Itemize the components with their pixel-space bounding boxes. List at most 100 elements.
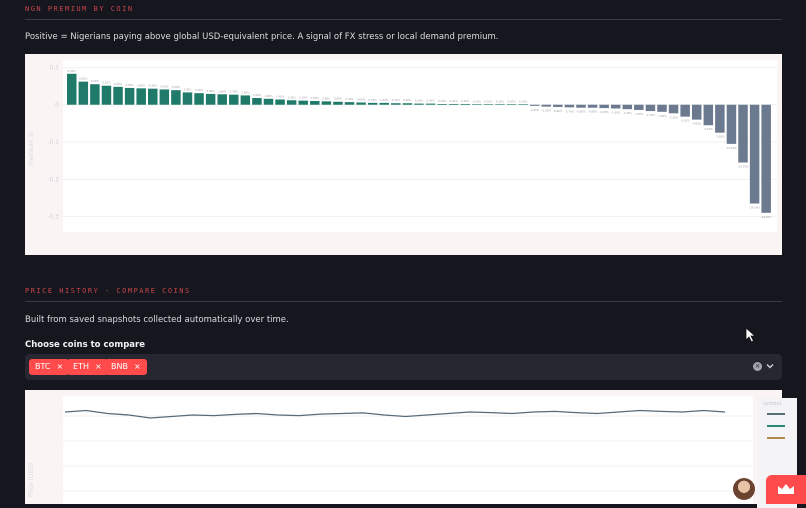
premium-bar-value-label: 3.10%	[195, 88, 204, 92]
premium-bar-value-label: -1.40%	[634, 112, 644, 116]
premium-bar	[553, 104, 563, 107]
y-tick-label: 0	[55, 102, 59, 109]
premium-bar-value-label: -26.50%	[749, 206, 760, 210]
premium-bar-value-label: 6.20%	[79, 77, 88, 81]
premium-bar	[159, 89, 170, 105]
premium-bar-value-label: 2.80%	[218, 89, 227, 93]
premium-chart-panel: 0.1 0 -0.1 -0.2 -0.3 8.30% 6.20% 5.50% 5.10% 4.8…	[25, 54, 782, 255]
premium-bar	[645, 104, 656, 112]
price-history-chart-panel: Price (USD) symbol	[25, 390, 797, 508]
premium-bar	[414, 103, 424, 105]
premium-bar	[437, 103, 447, 105]
premium-bar-value-label: 0.50%	[369, 98, 378, 102]
premium-bar	[599, 104, 609, 109]
premium-bar-value-label: 0.30%	[426, 99, 435, 103]
remove-btc-icon[interactable]: ×	[57, 362, 64, 371]
premium-bar	[657, 104, 667, 112]
premium-bar-value-label: -15.50%	[738, 165, 749, 169]
premium-bar-value-label: -1.70%	[646, 113, 656, 117]
y-tick-label: 0.1	[49, 64, 59, 71]
premium-bar	[171, 90, 181, 105]
premium-bar	[448, 103, 459, 105]
crown-button[interactable]	[766, 475, 806, 504]
premium-bar-value-label: 4.10%	[160, 84, 169, 88]
premium-bar-value-label: -7.50%	[715, 135, 725, 139]
premium-bar-value-label: -0.80%	[588, 110, 598, 114]
premium-bar-value-label: 1.00%	[311, 96, 320, 100]
premium-bar-value-label: 0.20%	[461, 99, 470, 103]
premium-bar-value-label: -0.50%	[542, 109, 552, 113]
premium-bar-value-label: 0.50%	[380, 98, 389, 102]
premium-bar	[518, 104, 528, 105]
y-tick-label: -0.1	[47, 139, 59, 146]
mouse-cursor-icon	[745, 327, 757, 343]
premium-bar	[738, 104, 748, 163]
premium-bar-chart: 0.1 0 -0.1 -0.2 -0.3 8.30%6.20%5.50% 5.10% 4.8…	[25, 54, 782, 255]
premium-bar-value-label: 0.10%	[519, 99, 528, 103]
clear-icon[interactable]: ×	[753, 362, 762, 371]
legend-title: symbol	[763, 401, 782, 407]
premium-bar	[668, 104, 679, 114]
premium-bar-value-label: 2.90%	[207, 89, 216, 93]
premium-bar	[275, 99, 285, 105]
premium-bar	[541, 104, 552, 107]
premium-bar	[564, 104, 575, 108]
premium-bar-value-label: -1.90%	[657, 114, 667, 118]
premium-bar	[310, 101, 320, 105]
premium-bar-value-label: -1.00%	[611, 110, 621, 114]
premium-bar	[680, 104, 690, 117]
premium-bar-value-label: 0.10%	[496, 99, 505, 103]
premium-bar-value-label: 0.60%	[357, 97, 366, 101]
premium-y-axis-label: Premium %	[28, 132, 35, 167]
tag-label: BTC	[35, 362, 51, 371]
coin-select-label: Choose coins to compare	[25, 340, 145, 350]
premium-bar-value-label: -0.30%	[530, 108, 540, 112]
premium-bar-value-label: 3.30%	[183, 87, 192, 91]
premium-bar	[217, 94, 227, 105]
premium-bar-value-label: 4.50%	[125, 83, 134, 87]
premium-bar-value-label: 2.70%	[230, 90, 239, 94]
premium-bar	[506, 104, 517, 105]
premium-bar-value-label: 4.80%	[114, 82, 123, 86]
premium-bar-value-label: 5.50%	[91, 79, 100, 83]
premium-bar-value-label: 0.10%	[507, 99, 516, 103]
premium-bar	[495, 104, 505, 105]
premium-bar-value-label: 4.30%	[149, 84, 158, 88]
premium-bar	[344, 102, 355, 105]
coin-multiselect[interactable]: BTC × ETH × BNB × ×	[25, 354, 782, 380]
premium-bar-value-label: 0.70%	[345, 97, 354, 101]
premium-bar-value-label: 0.80%	[334, 97, 343, 101]
premium-bar	[124, 87, 135, 105]
remove-bnb-icon[interactable]: ×	[134, 362, 141, 371]
premium-bar	[148, 88, 158, 105]
premium-bar-value-label: 0.30%	[415, 99, 424, 103]
premium-bar-value-label: -0.90%	[600, 110, 610, 114]
premium-bar-value-label: -10.50%	[726, 146, 737, 150]
premium-bar	[529, 104, 540, 106]
premium-bar-value-label: -29.00%	[761, 215, 772, 219]
tag-eth: ETH ×	[67, 359, 108, 375]
premium-bar	[67, 73, 77, 105]
premium-bar	[78, 81, 89, 105]
premium-bar-value-label: -0.80%	[576, 110, 586, 114]
premium-bar-value-label: 0.40%	[392, 98, 401, 102]
premium-bar	[356, 102, 366, 105]
premium-bar-value-label: -3.20%	[681, 119, 691, 123]
premium-bar	[483, 104, 494, 105]
premium-bar-value-label: 3.90%	[172, 85, 181, 89]
premium-bar	[379, 102, 389, 105]
premium-bar	[576, 104, 586, 108]
premium-bar	[321, 101, 332, 105]
premium-bar	[460, 103, 470, 105]
premium-bar-value-label: 0.90%	[322, 96, 331, 100]
remove-eth-icon[interactable]: ×	[95, 362, 102, 371]
tag-label: ETH	[73, 362, 89, 371]
premium-bar	[101, 85, 112, 105]
premium-bar	[286, 100, 297, 105]
premium-bar-value-label: -4.00%	[692, 122, 702, 126]
premium-bar	[622, 104, 633, 110]
chevron-down-icon[interactable]	[765, 361, 775, 371]
avatar[interactable]	[733, 478, 755, 500]
legend-swatch-bnb	[767, 437, 785, 439]
premium-bar	[703, 104, 714, 126]
